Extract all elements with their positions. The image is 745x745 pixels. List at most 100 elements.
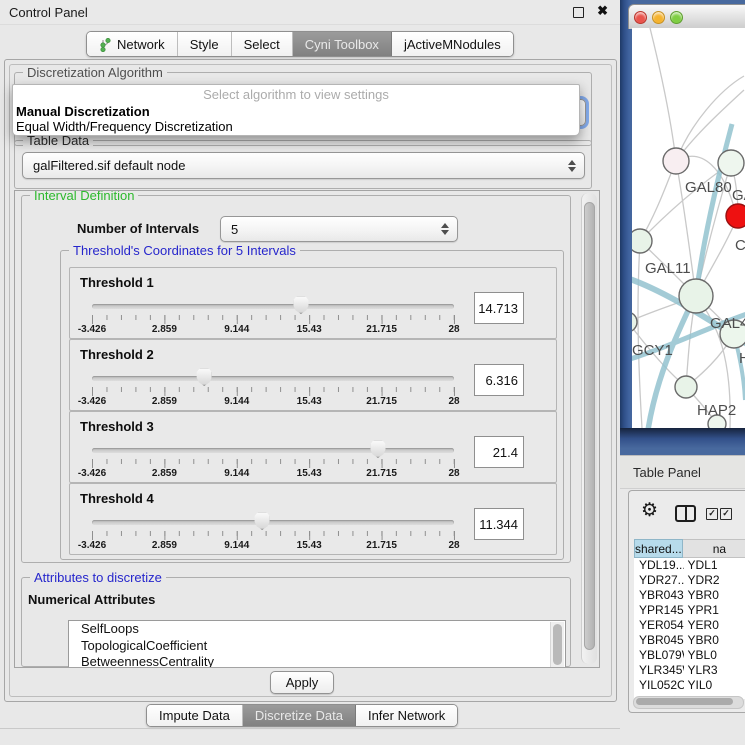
numerical-attributes-list[interactable]: SelfLoopsTopologicalCoefficientBetweenne… — [68, 620, 566, 668]
column-header-shared-name[interactable]: shared... — [634, 539, 683, 558]
slider-tick-labels: -3.4262.8599.14415.4321.71528 — [92, 484, 454, 554]
table-cell[interactable]: YIL0 — [684, 678, 745, 693]
table-cell[interactable]: YBR045C — [634, 633, 684, 648]
number-of-intervals-combo[interactable]: 5 — [220, 216, 458, 242]
checkbox-icon[interactable]: ✓ — [720, 508, 732, 520]
table-row[interactable]: YBL079WYBL0 — [634, 648, 745, 663]
algorithm-option-equal-width[interactable]: Equal Width/Frequency Discretization — [13, 119, 579, 134]
table-row[interactable]: YBR045CYBR0 — [634, 633, 745, 648]
slider-tick-label: 21.715 — [366, 396, 397, 407]
network-view-canvas[interactable]: GAL80 GA C GAL11 GAL4 GCY1 H HAP2 — [632, 28, 745, 428]
table-cell[interactable]: YPR1 — [684, 603, 745, 618]
tab-infer-network-label: Infer Network — [368, 708, 445, 723]
checkbox-icon[interactable]: ✓ — [706, 508, 718, 520]
table-row[interactable]: YPR145WYPR1 — [634, 603, 745, 618]
tab-network[interactable]: Network — [87, 32, 178, 56]
settings-scrollbar[interactable] — [581, 193, 597, 664]
table-cell[interactable]: YER0 — [684, 618, 745, 633]
table-cell[interactable]: YBR043C — [634, 588, 684, 603]
slider-tick-label: 21.715 — [366, 540, 397, 551]
table-cell[interactable]: YER054C — [634, 618, 684, 633]
table-row[interactable]: YLR345WYLR3 — [634, 663, 745, 678]
attribute-items: SelfLoopsTopologicalCoefficientBetweenne… — [69, 621, 565, 668]
table-row[interactable]: YDR27...YDR2 — [634, 573, 745, 588]
column-header-name[interactable]: na — [683, 539, 745, 558]
table-cell[interactable]: YDL19... — [634, 558, 684, 573]
table-data-combo-value: galFiltered.sif default node — [33, 158, 185, 173]
algorithm-popup-placeholder: Select algorithm to view settings — [13, 85, 579, 104]
tab-cyni-toolbox[interactable]: Cyni Toolbox — [293, 32, 392, 56]
network-window-titlebar[interactable] — [628, 4, 745, 29]
node-attribute-table[interactable]: shared... na YDL19...YDL1YDR27...YDR2YBR… — [634, 539, 745, 699]
tab-infer-network[interactable]: Infer Network — [356, 705, 457, 726]
settings-scrollbar-thumb[interactable] — [584, 202, 595, 650]
attribute-list-item[interactable]: SelfLoops — [69, 621, 565, 638]
tab-cyni-toolbox-label: Cyni Toolbox — [305, 37, 379, 52]
threshold-slider[interactable]: -3.4262.8599.14415.4321.71528 — [92, 268, 454, 338]
float-window-icon[interactable] — [573, 7, 584, 18]
table-header-row: shared... na — [634, 539, 745, 558]
table-data-combo[interactable]: galFiltered.sif default node — [22, 152, 585, 179]
tab-jactivemnodules-label: jActiveMNodules — [404, 37, 501, 52]
slider-tick-label: 28 — [448, 468, 459, 479]
table-cell[interactable]: YBL0 — [684, 648, 745, 663]
minimize-traffic-light-icon[interactable] — [652, 11, 665, 24]
slider-tick-label: 15.43 — [297, 396, 322, 407]
table-row[interactable]: YBR043CYBR0 — [634, 588, 745, 603]
node-hap2[interactable] — [675, 376, 697, 398]
node-gal11[interactable] — [632, 229, 652, 253]
table-hscrollbar[interactable] — [633, 696, 744, 709]
split-columns-icon[interactable] — [675, 505, 696, 522]
list-scrollbar-thumb[interactable] — [553, 624, 562, 665]
attributes-group-title: Attributes to discretize — [30, 570, 166, 585]
tab-impute-data[interactable]: Impute Data — [147, 705, 243, 726]
table-row[interactable]: YER054CYER0 — [634, 618, 745, 633]
table-cell[interactable]: YIL052C — [634, 678, 684, 693]
slider-tick-label: -3.426 — [78, 540, 106, 551]
threshold-value-field[interactable]: 14.713 — [474, 292, 524, 324]
table-cell[interactable]: YLR345W — [634, 663, 684, 678]
algorithm-option-manual[interactable]: Manual Discretization — [13, 104, 579, 119]
tab-style[interactable]: Style — [178, 32, 232, 56]
threshold-slider[interactable]: -3.4262.8599.14415.4321.71528 — [92, 484, 454, 554]
threshold-value-field[interactable]: 21.4 — [474, 436, 524, 468]
slider-tick-labels: -3.4262.8599.14415.4321.71528 — [92, 412, 454, 482]
threshold-slider[interactable]: -3.4262.8599.14415.4321.71528 — [92, 340, 454, 410]
node-red-selected[interactable] — [726, 204, 745, 228]
table-cell[interactable]: YLR3 — [684, 663, 745, 678]
tab-jactivemnodules[interactable]: jActiveMNodules — [392, 32, 513, 56]
table-hscrollbar-thumb[interactable] — [636, 698, 733, 705]
table-cell[interactable]: YBR0 — [684, 633, 745, 648]
gear-icon[interactable]: ⚙ — [641, 501, 658, 520]
slider-tick-label: -3.426 — [78, 396, 106, 407]
table-row[interactable]: YIL052CYIL0 — [634, 678, 745, 693]
list-scrollbar[interactable] — [550, 622, 564, 667]
threshold-value-field[interactable]: 6.316 — [474, 364, 524, 396]
tab-discretize-data[interactable]: Discretize Data — [243, 705, 356, 726]
threshold-value-field[interactable]: 11.344 — [474, 508, 524, 540]
slider-tick-labels: -3.4262.8599.14415.4321.71528 — [92, 268, 454, 338]
table-cell[interactable]: YDL1 — [684, 558, 745, 573]
table-cell[interactable]: YDR2 — [684, 573, 745, 588]
node-gal80[interactable] — [663, 148, 689, 174]
table-cell[interactable]: YDR27... — [634, 573, 684, 588]
table-row[interactable]: YDL19...YDL1 — [634, 558, 745, 573]
attribute-list-item[interactable]: BetweennessCentrality — [69, 654, 565, 668]
table-cell[interactable]: YBL079W — [634, 648, 684, 663]
network-window-frame-bottom — [620, 428, 745, 455]
tab-select[interactable]: Select — [232, 32, 293, 56]
interval-definition-group: Interval Definition Number of Intervals … — [21, 195, 571, 563]
node-label: C — [735, 237, 745, 254]
zoom-traffic-light-icon[interactable] — [670, 11, 683, 24]
node-gcy1[interactable] — [632, 312, 637, 332]
table-cell[interactable]: YPR145W — [634, 603, 684, 618]
attribute-list-item[interactable]: TopologicalCoefficient — [69, 638, 565, 655]
threshold-slider[interactable]: -3.4262.8599.14415.4321.71528 — [92, 412, 454, 482]
close-traffic-light-icon[interactable] — [634, 11, 647, 24]
node-gal4[interactable] — [679, 279, 713, 313]
table-cell[interactable]: YBR0 — [684, 588, 745, 603]
tab-impute-data-label: Impute Data — [159, 708, 230, 723]
node-top-right[interactable] — [718, 150, 744, 176]
close-icon[interactable]: ✖ — [597, 3, 608, 19]
apply-button[interactable]: Apply — [270, 671, 334, 694]
